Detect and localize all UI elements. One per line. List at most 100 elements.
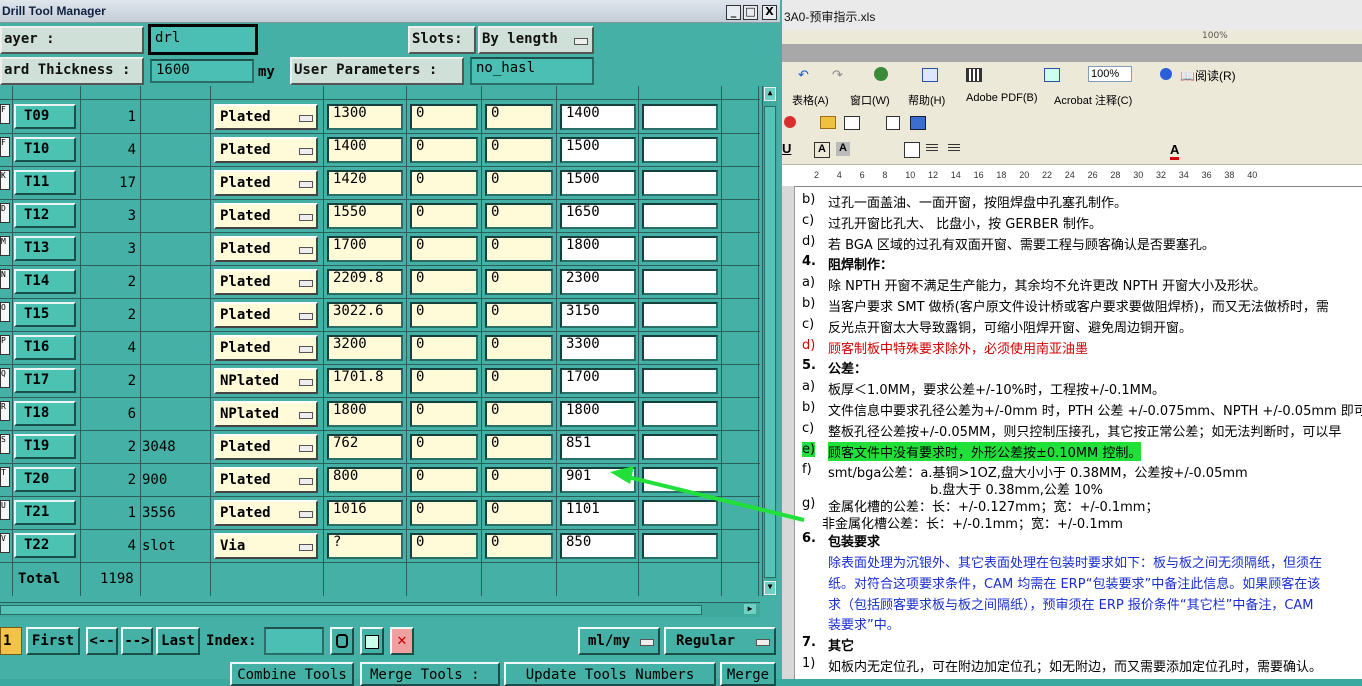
tolerance-plus-input[interactable]: 0: [410, 104, 478, 130]
tolerance-minus-input[interactable]: 0: [485, 500, 553, 526]
next-button[interactable]: -->: [121, 627, 153, 655]
tool-button[interactable]: T21: [14, 500, 76, 525]
menu-adobe-pdf[interactable]: Adobe PDF(B): [966, 92, 1038, 104]
combine-tools-button[interactable]: Combine Tools: [230, 662, 354, 686]
scroll-down-icon[interactable]: ▼: [764, 581, 776, 595]
layer-input[interactable]: drl: [148, 24, 258, 55]
tolerance-minus-input[interactable]: 0: [485, 203, 553, 229]
edit-icon-button[interactable]: [360, 627, 384, 655]
drill-size-input[interactable]: ?: [327, 533, 403, 559]
tool-button[interactable]: T19: [14, 434, 76, 459]
plating-select[interactable]: Plated: [214, 236, 318, 262]
tool-button[interactable]: T18: [14, 401, 76, 426]
finish-size-input[interactable]: 1400: [560, 104, 636, 130]
finish-size-input[interactable]: 2300: [560, 269, 636, 295]
read-mode-button[interactable]: 📖阅读(R): [1180, 67, 1236, 84]
plating-select[interactable]: Plated: [214, 170, 318, 196]
finish-size-input[interactable]: 3300: [560, 335, 636, 361]
mode-select[interactable]: Regular: [664, 627, 776, 655]
undo-icon[interactable]: ↶: [798, 67, 809, 83]
comment-input[interactable]: [642, 335, 718, 361]
tolerance-plus-input[interactable]: 0: [410, 203, 478, 229]
close-button[interactable]: X: [762, 5, 777, 20]
tolerance-minus-input[interactable]: 0: [485, 104, 553, 130]
finish-size-input[interactable]: 1500: [560, 170, 636, 196]
font-color-icon[interactable]: A: [1170, 142, 1180, 160]
last-button[interactable]: Last: [156, 627, 200, 655]
tool-button[interactable]: T14: [14, 269, 76, 294]
insert-picture-icon[interactable]: [910, 116, 926, 130]
tolerance-plus-input[interactable]: 0: [410, 533, 478, 559]
tolerance-plus-input[interactable]: 0: [410, 500, 478, 526]
hyperlink-icon[interactable]: [874, 67, 888, 81]
tool-button[interactable]: T15: [14, 302, 76, 327]
plating-select[interactable]: Plated: [214, 302, 318, 328]
redo-icon[interactable]: ↷: [832, 67, 843, 83]
zoom-select[interactable]: 100%: [1088, 66, 1132, 82]
align-center-icon[interactable]: [926, 144, 938, 153]
board-thickness-input[interactable]: 1600: [150, 59, 254, 83]
tolerance-plus-input[interactable]: 0: [410, 401, 478, 427]
drill-size-input[interactable]: 762: [327, 434, 403, 460]
tool-button[interactable]: T11: [14, 170, 76, 195]
tool-button[interactable]: T17: [14, 368, 76, 393]
finish-size-input[interactable]: 1650: [560, 203, 636, 229]
comment-input[interactable]: [642, 104, 718, 130]
comment-input[interactable]: [642, 203, 718, 229]
scroll-right-icon[interactable]: ▶: [744, 604, 756, 614]
tool-button[interactable]: T09: [14, 104, 76, 129]
comment-input[interactable]: [642, 170, 718, 196]
align-justify-icon[interactable]: [904, 142, 920, 158]
horizontal-scrollbar[interactable]: ▶: [0, 602, 760, 617]
char-shading-icon[interactable]: A: [836, 142, 850, 156]
spellcheck-icon[interactable]: [844, 116, 860, 130]
underline-icon[interactable]: U: [782, 141, 791, 156]
menu-table[interactable]: 表格(A): [792, 92, 829, 108]
plating-select[interactable]: Plated: [214, 203, 318, 229]
menu-help[interactable]: 帮助(H): [908, 92, 945, 108]
plating-select[interactable]: NPlated: [214, 401, 318, 427]
comment-input[interactable]: [642, 302, 718, 328]
comment-input[interactable]: [642, 236, 718, 262]
tolerance-plus-input[interactable]: 0: [410, 368, 478, 394]
tolerance-minus-input[interactable]: 0: [485, 368, 553, 394]
tolerance-minus-input[interactable]: 0: [485, 434, 553, 460]
drill-size-input[interactable]: 1300: [327, 104, 403, 130]
scroll-up-icon[interactable]: ▲: [764, 87, 776, 101]
tolerance-plus-input[interactable]: 0: [410, 236, 478, 262]
drill-size-input[interactable]: 1700: [327, 236, 403, 262]
comment-input[interactable]: [642, 434, 718, 460]
tolerance-plus-input[interactable]: 0: [410, 335, 478, 361]
tolerance-minus-input[interactable]: 0: [485, 467, 553, 493]
plating-select[interactable]: Plated: [214, 500, 318, 526]
maximize-button[interactable]: □: [743, 5, 758, 20]
tolerance-minus-input[interactable]: 0: [485, 269, 553, 295]
user-parameters-input[interactable]: no_hasl: [470, 57, 594, 85]
comment-input[interactable]: [642, 401, 718, 427]
tolerance-minus-input[interactable]: 0: [485, 533, 553, 559]
plating-select[interactable]: Plated: [214, 335, 318, 361]
table-icon[interactable]: [922, 68, 938, 82]
tool-button[interactable]: T16: [14, 335, 76, 360]
h-scroll-thumb[interactable]: [0, 605, 702, 615]
drill-size-input[interactable]: 1701.8: [327, 368, 403, 394]
tolerance-plus-input[interactable]: 0: [410, 434, 478, 460]
index-input[interactable]: [264, 627, 324, 655]
tool-button[interactable]: T22: [14, 533, 76, 558]
tolerance-plus-input[interactable]: 0: [410, 467, 478, 493]
align-right-icon[interactable]: [948, 144, 960, 153]
plating-select[interactable]: Plated: [214, 269, 318, 295]
drill-size-input[interactable]: 2209.8: [327, 269, 403, 295]
drill-size-input[interactable]: 1550: [327, 203, 403, 229]
plating-select[interactable]: Plated: [214, 104, 318, 130]
tolerance-minus-input[interactable]: 0: [485, 236, 553, 262]
comment-input[interactable]: [642, 368, 718, 394]
tool-button[interactable]: T12: [14, 203, 76, 228]
minimize-button[interactable]: _: [726, 5, 741, 20]
comment-input[interactable]: [642, 269, 718, 295]
char-border-icon[interactable]: A: [814, 142, 830, 158]
columns-icon[interactable]: [966, 68, 982, 82]
help-icon[interactable]: [1160, 68, 1172, 80]
drill-size-input[interactable]: 3200: [327, 335, 403, 361]
tolerance-minus-input[interactable]: 0: [485, 335, 553, 361]
